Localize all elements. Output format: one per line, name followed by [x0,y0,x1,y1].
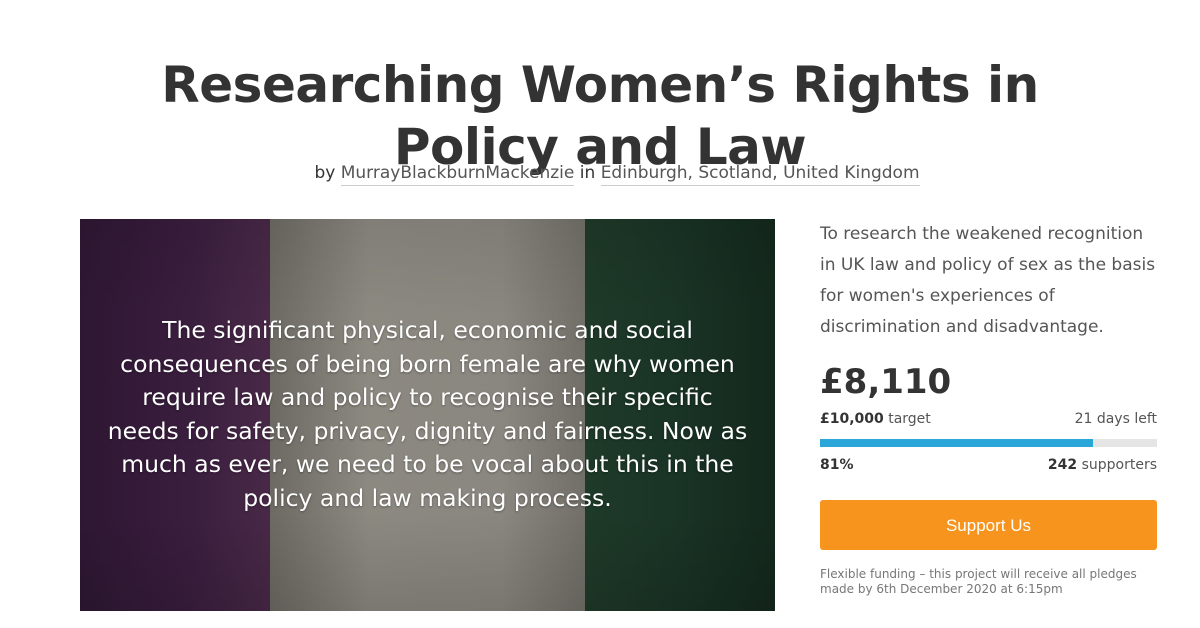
supporters: 242 supporters [1048,457,1157,473]
percent-funded: 81% [820,457,854,473]
target-label: target [888,411,931,427]
days-left: 21 days left [1074,411,1157,427]
supporters-label: supporters [1081,457,1157,473]
target-amount: £10,000 [820,411,884,427]
target-row: £10,000 target 21 days left [820,411,1157,427]
support-button[interactable]: Support Us [820,500,1157,550]
progress-fill [820,439,1093,447]
supporters-count: 242 [1047,457,1078,473]
stats-row: 81% 242 supporters [820,457,1157,473]
target: £10,000 target [820,411,931,427]
project-image: The significant physical, economic and s… [80,219,775,611]
funding-note: Flexible funding – this project will rec… [820,567,1137,596]
byline: by MurrayBlackburnMackenzie in Edinburgh… [0,159,1200,187]
location-link[interactable]: Edinburgh, Scotland, United Kingdom [600,163,920,186]
byline-by: by [314,163,336,183]
project-summary: To research the weakened recognition in … [820,224,1156,337]
byline-in: in [579,163,596,183]
progress-bar [820,439,1157,447]
author-link[interactable]: MurrayBlackburnMackenzie [340,163,575,186]
funding-sidebar: To research the weakened recognition in … [820,219,1157,596]
image-quote: The significant physical, economic and s… [107,316,748,512]
amount-raised: £8,110 [820,362,952,402]
